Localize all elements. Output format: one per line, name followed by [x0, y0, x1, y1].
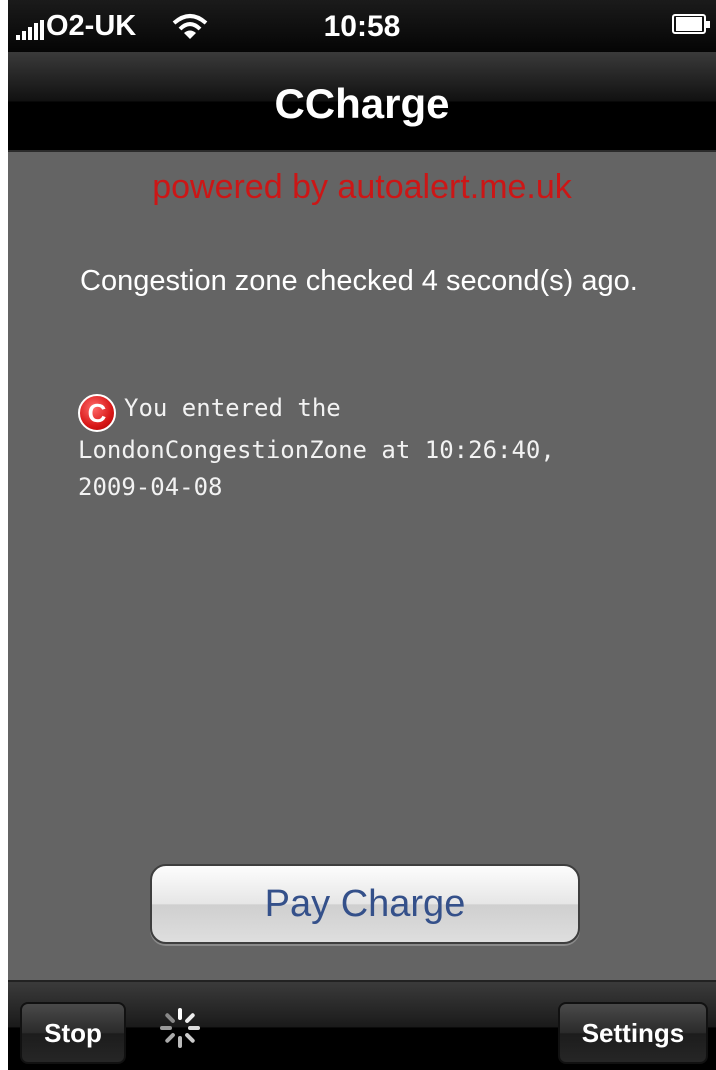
- loading-spinner-icon: [160, 1008, 200, 1048]
- status-time: 10:58: [323, 10, 401, 43]
- status-bar: O2-UK 10:58: [8, 0, 716, 52]
- battery-icon: [672, 14, 710, 34]
- zone-entry-message: C You entered the LondonCongestionZone at…: [78, 390, 638, 506]
- stop-button[interactable]: Stop: [20, 1002, 126, 1064]
- bottom-toolbar: Stop Settings: [8, 980, 716, 1070]
- settings-button[interactable]: Settings: [558, 1002, 708, 1064]
- pay-charge-button[interactable]: Pay Charge: [150, 864, 580, 944]
- check-status-text: Congestion zone checked 4 second(s) ago.: [80, 265, 638, 297]
- navigation-bar: CCharge: [8, 52, 716, 152]
- congestion-c-icon: C: [78, 394, 116, 432]
- page-title: CCharge: [274, 80, 450, 127]
- powered-by-label: powered by autoalert.me.uk: [152, 168, 572, 206]
- phone-screen: O2-UK 10:58 CCharge powered by autoalert…: [8, 0, 716, 1070]
- zone-entry-text: You entered the LondonCongestionZone at …: [78, 394, 555, 501]
